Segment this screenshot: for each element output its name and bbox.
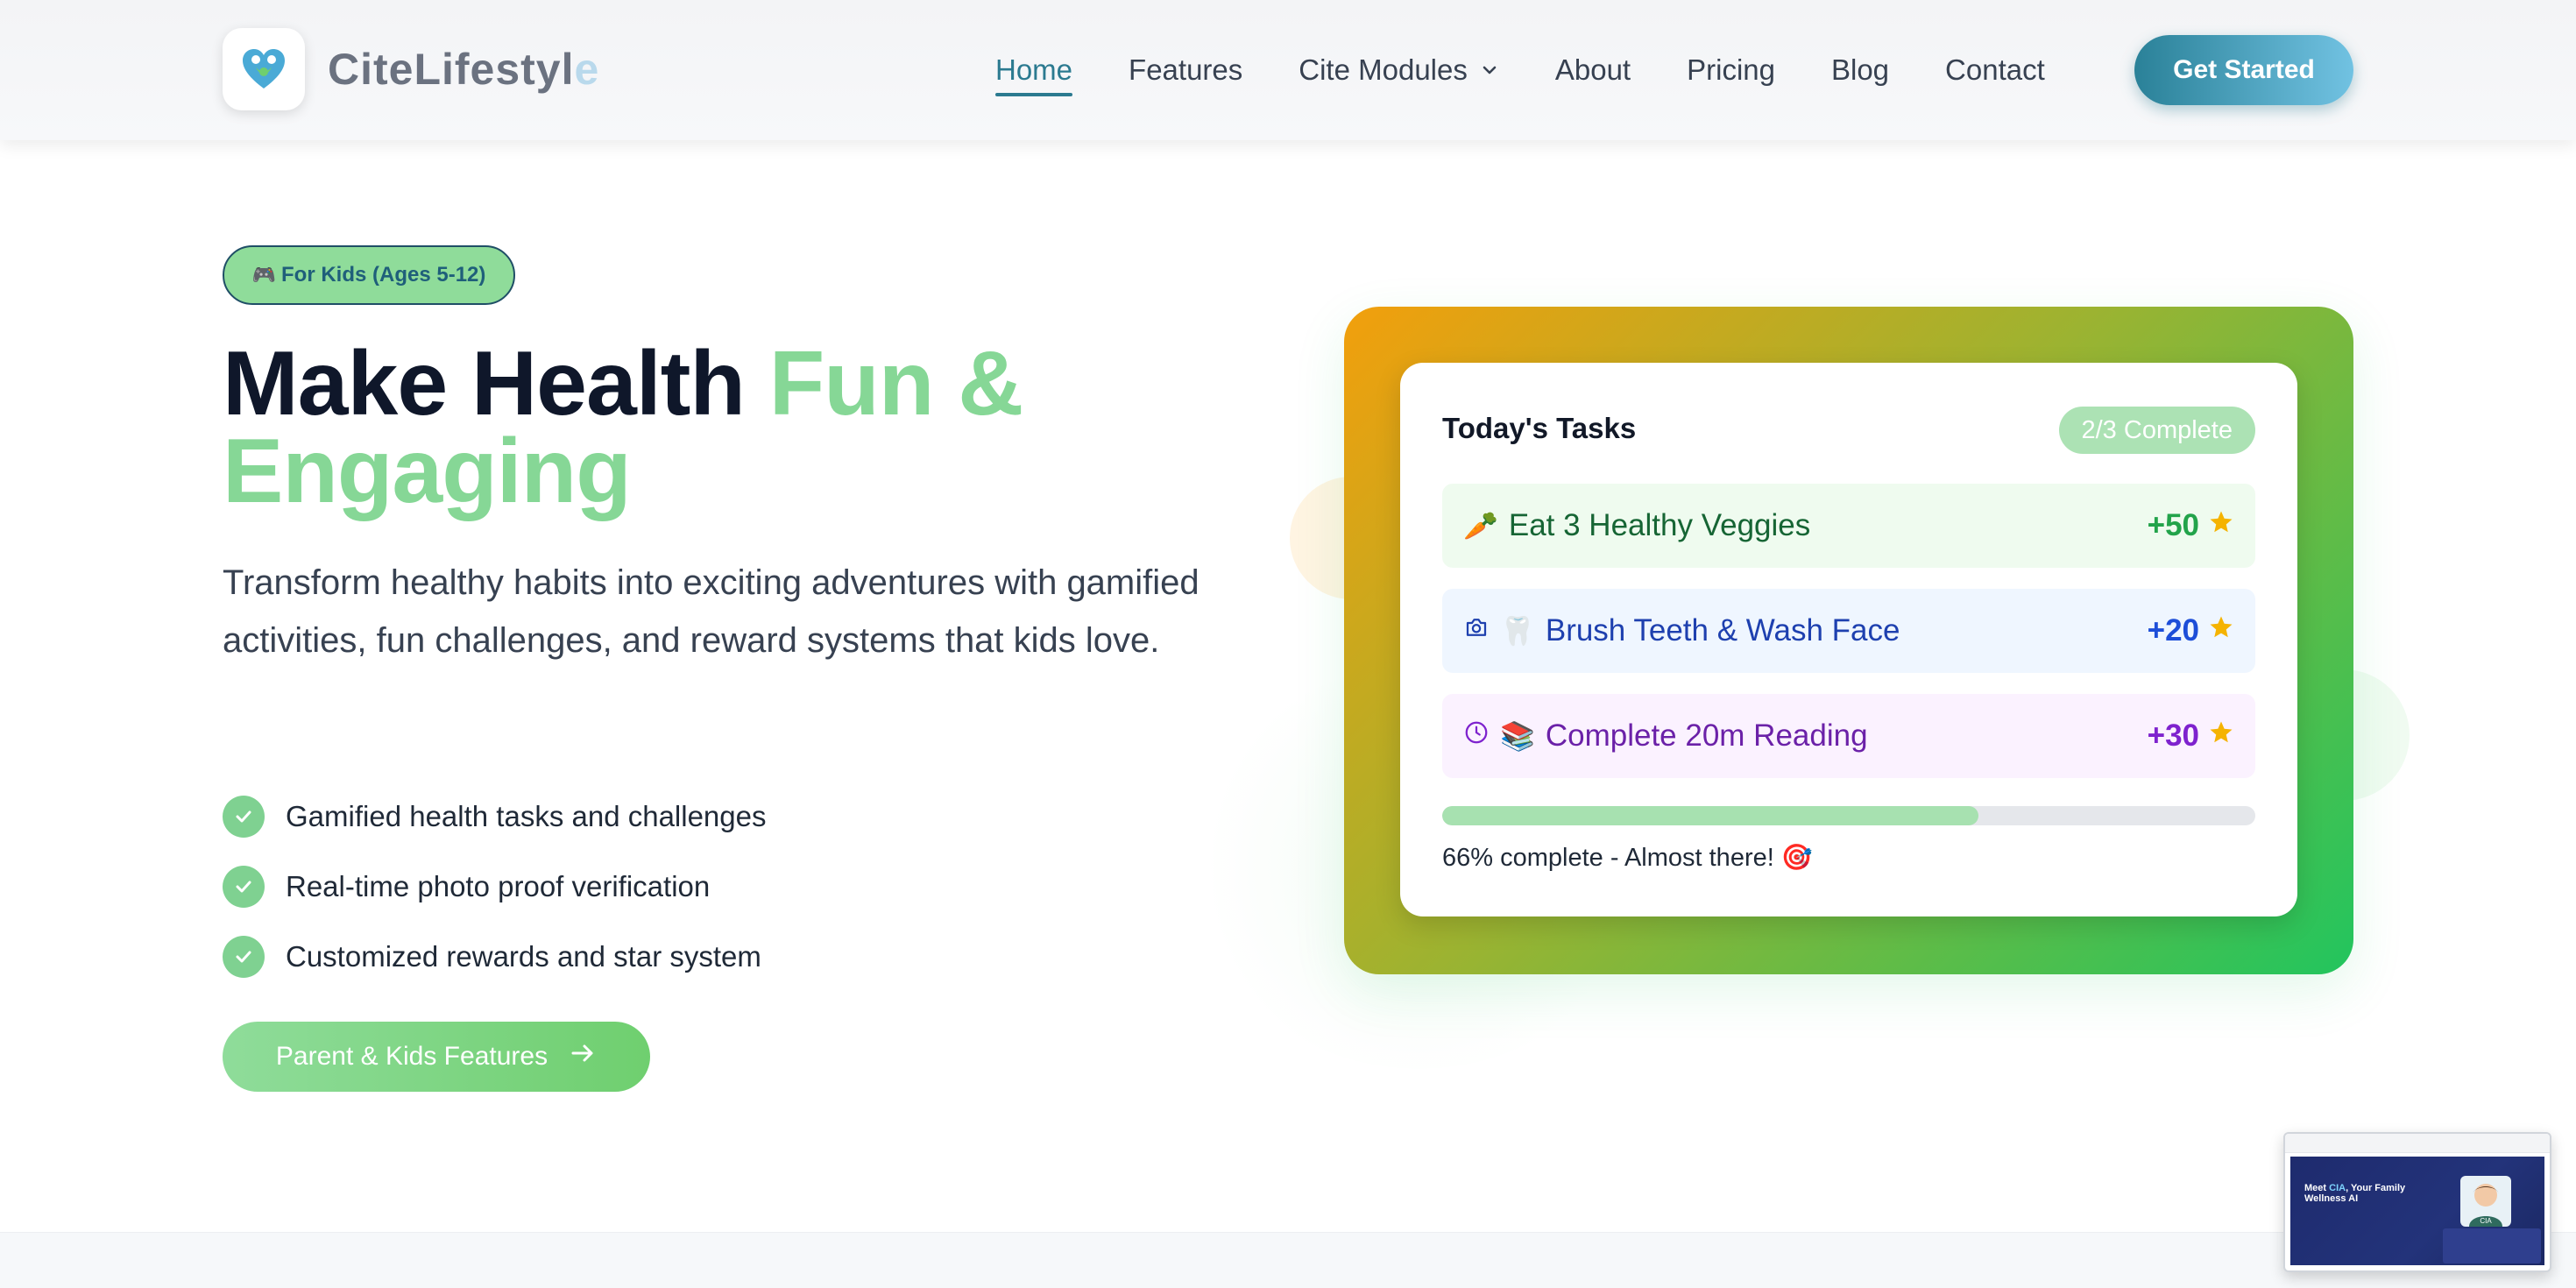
game-controller-icon: 🎮 xyxy=(251,264,276,287)
avatar: CIA xyxy=(2460,1176,2511,1227)
star-icon xyxy=(2208,613,2234,648)
nav-about[interactable]: About xyxy=(1555,44,1631,96)
brand-logo[interactable]: CiteLifestyle xyxy=(223,28,599,110)
task-item[interactable]: 🦷 Brush Teeth & Wash Face +20 xyxy=(1442,589,2255,673)
get-started-button[interactable]: Get Started xyxy=(2134,35,2353,105)
clock-icon xyxy=(1463,718,1490,754)
avatar-label: CIA xyxy=(2480,1217,2492,1225)
thumbnail-title: Meet CIA, Your Family Wellness AI xyxy=(2304,1183,2406,1204)
carrot-icon: 🥕 xyxy=(1463,509,1498,542)
task-item[interactable]: 🥕 Eat 3 Healthy Veggies +50 xyxy=(1442,484,2255,568)
feature-list: Gamified health tasks and challenges Rea… xyxy=(223,782,767,992)
tasks-progress-bar xyxy=(1442,806,2255,825)
nav-features[interactable]: Features xyxy=(1129,44,1242,96)
thumbnail-header xyxy=(2285,1134,2550,1153)
nav-contact[interactable]: Contact xyxy=(1945,44,2045,96)
thumbnail-panel xyxy=(2443,1228,2541,1263)
heart-family-logo-icon xyxy=(223,28,305,110)
check-icon xyxy=(223,796,265,838)
hero-title: Make Health Fun & Engaging xyxy=(223,333,1023,522)
preview-thumbnail[interactable]: Meet CIA, Your Family Wellness AI CIA xyxy=(2283,1132,2551,1272)
feature-item: Customized rewards and star system xyxy=(223,922,767,992)
tooth-icon: 🦷 xyxy=(1500,614,1535,648)
nav-pricing[interactable]: Pricing xyxy=(1687,44,1775,96)
brand-name: CiteLifestyle xyxy=(328,45,600,94)
feature-item: Gamified health tasks and challenges xyxy=(223,782,767,852)
main-nav: Home Features Cite Modules About Pricing… xyxy=(995,44,2101,96)
age-badge: 🎮 For Kids (Ages 5-12) xyxy=(223,245,515,305)
tasks-card: Today's Tasks 2/3 Complete 🥕 Eat 3 Healt… xyxy=(1400,363,2297,916)
star-icon xyxy=(2208,508,2234,543)
task-item[interactable]: 📚 Complete 20m Reading +30 xyxy=(1442,694,2255,778)
nav-cite-modules[interactable]: Cite Modules xyxy=(1299,44,1499,96)
tasks-card-title: Today's Tasks xyxy=(1442,412,1637,444)
site-header: CiteLifestyle Home Features Cite Modules… xyxy=(0,0,2576,140)
arrow-right-icon xyxy=(569,1039,597,1074)
camera-icon xyxy=(1463,613,1490,648)
tasks-status-badge: 2/3 Complete xyxy=(2058,407,2255,454)
progress-text: 66% complete - Almost there! 🎯 xyxy=(1442,844,1813,872)
progress-fill xyxy=(1442,806,1979,825)
nav-blog[interactable]: Blog xyxy=(1831,44,1889,96)
books-icon: 📚 xyxy=(1500,719,1535,753)
check-icon xyxy=(223,866,265,908)
parent-kids-features-button[interactable]: Parent & Kids Features xyxy=(223,1022,650,1092)
feature-item: Real-time photo proof verification xyxy=(223,852,767,922)
next-section-edge xyxy=(0,1232,2576,1288)
nav-home[interactable]: Home xyxy=(995,44,1073,96)
check-icon xyxy=(223,936,265,978)
star-icon xyxy=(2208,718,2234,754)
chevron-down-icon xyxy=(1480,53,1499,87)
hero-subtitle: Transform healthy habits into exciting a… xyxy=(223,563,1200,660)
